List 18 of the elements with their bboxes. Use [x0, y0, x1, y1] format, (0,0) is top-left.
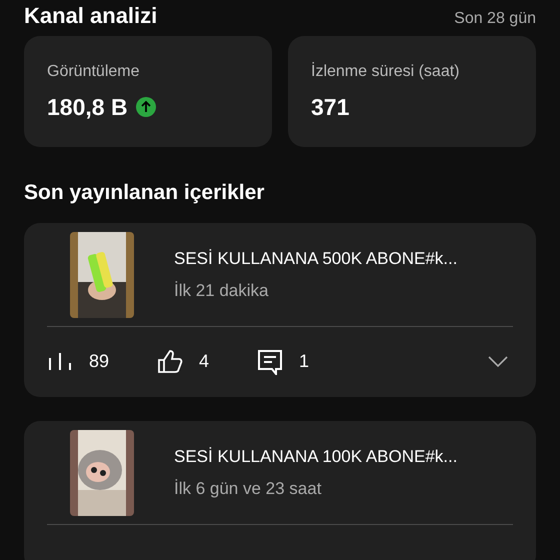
comment-icon — [257, 348, 284, 374]
thumbs-up-icon — [157, 348, 184, 374]
video-title[interactable]: SESİ KULLANANA 100K ABONE#k... — [174, 444, 458, 470]
stat-count: 4 — [199, 350, 210, 373]
video-age: İlk 21 dakika — [174, 280, 270, 302]
metric-label: İzlenme süresi (saat) — [311, 61, 460, 82]
metric-label: Görüntüleme — [47, 62, 140, 82]
metric-card[interactable]: Görüntüleme 180,8 B — [24, 36, 272, 147]
stat-count: 89 — [89, 350, 110, 373]
metric-card[interactable]: İzlenme süresi (saat) 371 — [288, 36, 536, 147]
section-title: Kanal analizi — [24, 4, 158, 28]
period-label[interactable]: Son 28 gün — [454, 10, 536, 28]
metric-value: 180,8 B — [47, 93, 128, 122]
video-age: İlk 6 gün ve 23 saat — [174, 478, 322, 500]
section-title: Son yayınlanan içerikler — [24, 180, 266, 206]
metric-value: 371 — [311, 93, 350, 122]
stat-count: 1 — [299, 350, 310, 373]
video-title[interactable]: SESİ KULLANANA 500K ABONE#k... — [174, 246, 458, 272]
